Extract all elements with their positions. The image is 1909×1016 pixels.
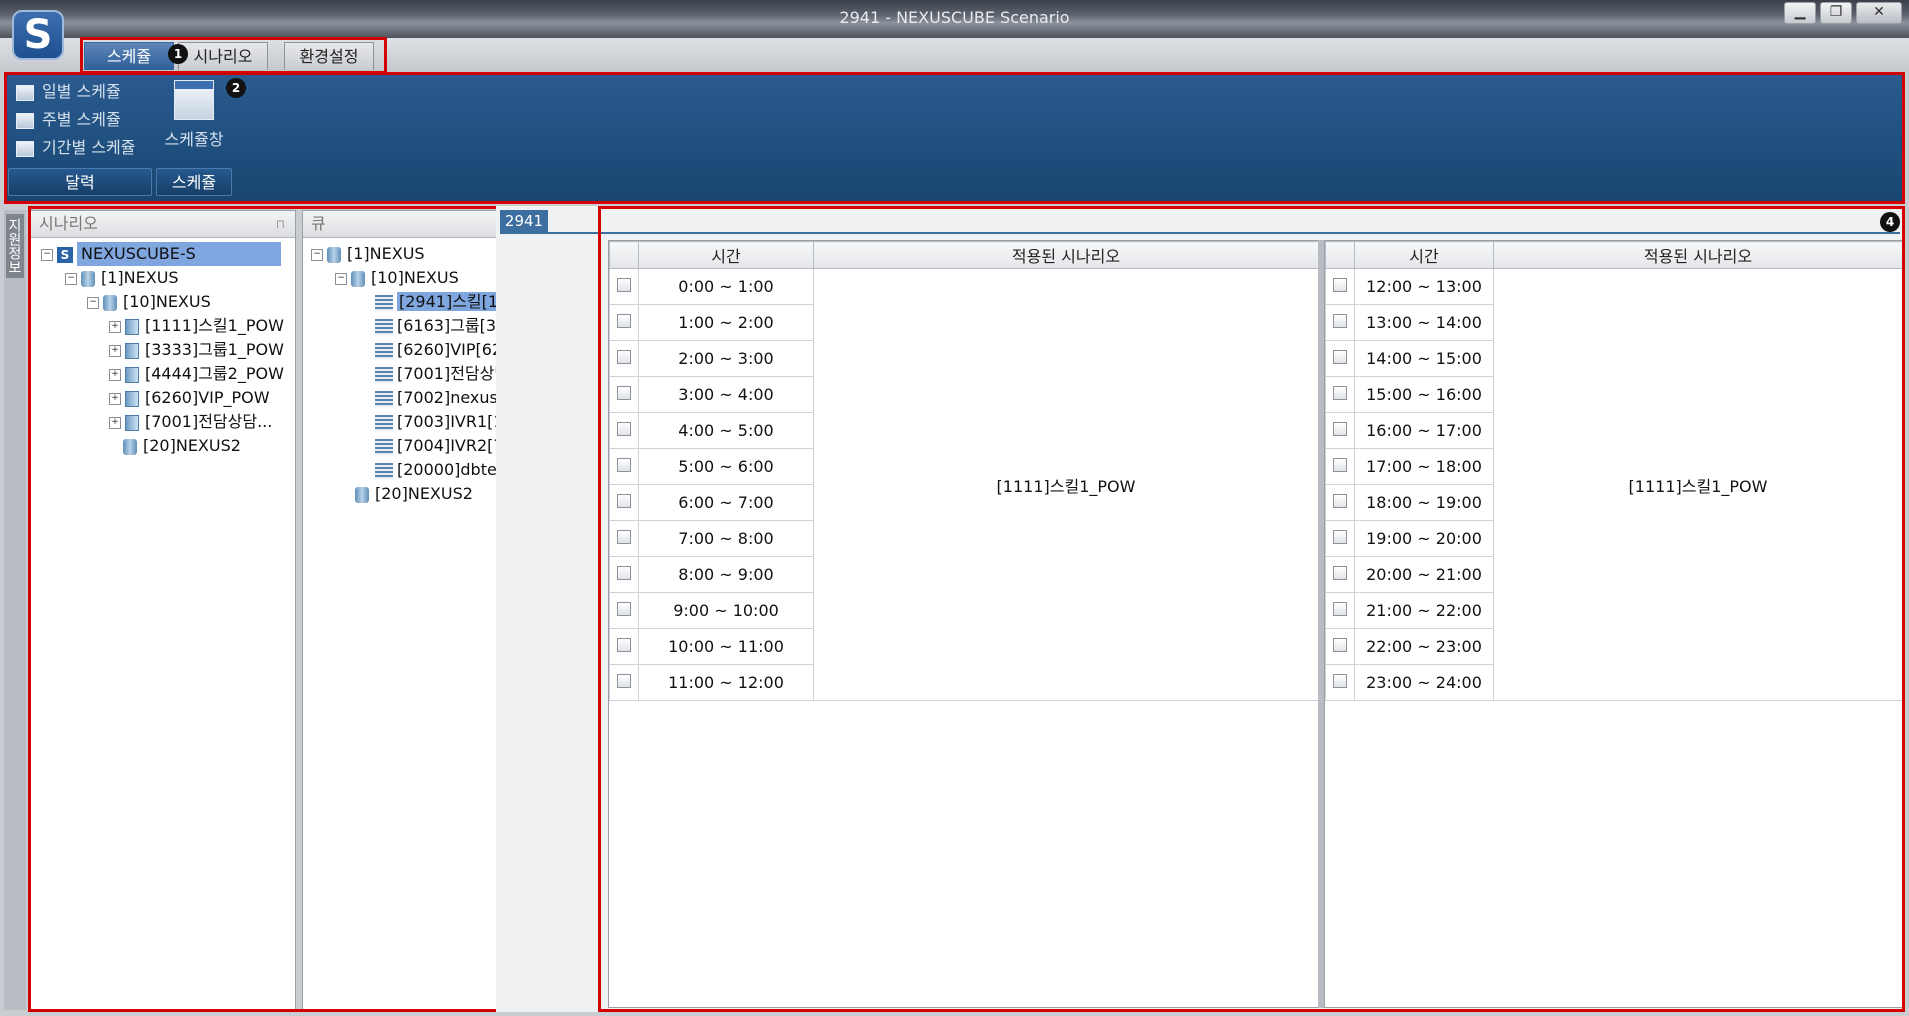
window-title: 2941 - NEXUSCUBE Scenario [839, 8, 1070, 27]
annotation-box-2 [4, 72, 1905, 204]
annotation-box-4 [598, 206, 1905, 1012]
close-icon[interactable]: ✕ [1856, 2, 1902, 24]
restore-icon[interactable]: ❐ [1820, 2, 1852, 24]
app-logo[interactable]: S [12, 10, 64, 60]
title-bar: 2941 - NEXUSCUBE Scenario ▁ ❐ ✕ [0, 0, 1909, 38]
side-tab-support-info[interactable]: 지원정보 [6, 214, 24, 278]
annotation-badge-2: 2 [226, 78, 246, 98]
side-strip [4, 210, 26, 1010]
document-tab[interactable]: 2941 [500, 210, 548, 232]
annotation-badge-1: 1 [168, 44, 188, 64]
annotation-box-1 [80, 37, 387, 74]
annotation-badge-4: 4 [1880, 212, 1900, 232]
minimize-icon[interactable]: ▁ [1784, 2, 1816, 24]
